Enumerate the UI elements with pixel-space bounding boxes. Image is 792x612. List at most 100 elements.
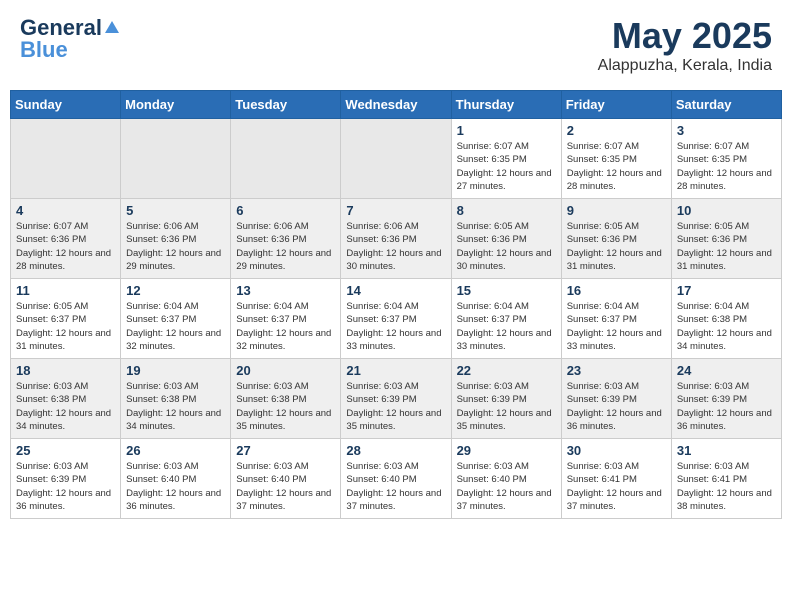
calendar-cell-24: 24Sunrise: 6:03 AMSunset: 6:39 PMDayligh… bbox=[671, 359, 781, 439]
calendar-cell-6: 6 Sunrise: 6:06 AMSunset: 6:36 PMDaylight… bbox=[231, 199, 341, 279]
day-number: 15 bbox=[457, 283, 556, 298]
day-number: 6 bbox=[236, 203, 335, 218]
day-number: 4 bbox=[16, 203, 115, 218]
day-info: Sunrise: 6:03 AMSunset: 6:41 PMDaylight:… bbox=[567, 460, 666, 513]
calendar-cell-21: 21 Sunrise: 6:03 AMSunset: 6:39 PMDayligh… bbox=[341, 359, 451, 439]
calendar-cell-22: 22Sunrise: 6:03 AMSunset: 6:39 PMDayligh… bbox=[451, 359, 561, 439]
calendar-header-row: SundayMondayTuesdayWednesdayThursdayFrid… bbox=[11, 91, 782, 119]
column-header-thursday: Thursday bbox=[451, 91, 561, 119]
calendar-cell-3: 3 Sunrise: 6:07 AMSunset: 6:35 PMDaylight… bbox=[671, 119, 781, 199]
day-number: 3 bbox=[677, 123, 776, 138]
calendar-cell-empty bbox=[231, 119, 341, 199]
day-info: Sunrise: 6:07 AMSunset: 6:36 PMDaylight:… bbox=[16, 220, 115, 273]
day-info: Sunrise: 6:04 AMSunset: 6:37 PMDaylight:… bbox=[346, 300, 445, 353]
day-info: Sunrise: 6:03 AMSunset: 6:38 PMDaylight:… bbox=[236, 380, 335, 433]
calendar-cell-14: 14Sunrise: 6:04 AMSunset: 6:37 PMDayligh… bbox=[341, 279, 451, 359]
calendar-cell-7: 7 Sunrise: 6:06 AMSunset: 6:36 PMDaylight… bbox=[341, 199, 451, 279]
day-info: Sunrise: 6:04 AMSunset: 6:37 PMDaylight:… bbox=[567, 300, 666, 353]
calendar-cell-25: 25 Sunrise: 6:03 AMSunset: 6:39 PMDayligh… bbox=[11, 439, 121, 519]
day-info: Sunrise: 6:05 AMSunset: 6:36 PMDaylight:… bbox=[677, 220, 776, 273]
day-number: 20 bbox=[236, 363, 335, 378]
calendar-cell-11: 11 Sunrise: 6:05 AMSunset: 6:37 PMDayligh… bbox=[11, 279, 121, 359]
calendar-cell-empty bbox=[121, 119, 231, 199]
day-info: Sunrise: 6:06 AMSunset: 6:36 PMDaylight:… bbox=[126, 220, 225, 273]
column-header-friday: Friday bbox=[561, 91, 671, 119]
day-number: 10 bbox=[677, 203, 776, 218]
day-info: Sunrise: 6:04 AMSunset: 6:37 PMDaylight:… bbox=[126, 300, 225, 353]
column-header-monday: Monday bbox=[121, 91, 231, 119]
day-info: Sunrise: 6:06 AMSunset: 6:36 PMDaylight:… bbox=[236, 220, 335, 273]
day-info: Sunrise: 6:03 AMSunset: 6:39 PMDaylight:… bbox=[567, 380, 666, 433]
day-number: 25 bbox=[16, 443, 115, 458]
calendar-cell-5: 5 Sunrise: 6:06 AMSunset: 6:36 PMDaylight… bbox=[121, 199, 231, 279]
day-info: Sunrise: 6:03 AMSunset: 6:38 PMDaylight:… bbox=[16, 380, 115, 433]
day-info: Sunrise: 6:04 AMSunset: 6:38 PMDaylight:… bbox=[677, 300, 776, 353]
day-info: Sunrise: 6:03 AMSunset: 6:38 PMDaylight:… bbox=[126, 380, 225, 433]
day-number: 1 bbox=[457, 123, 556, 138]
calendar-week-2: 4 Sunrise: 6:07 AMSunset: 6:36 PMDaylight… bbox=[11, 199, 782, 279]
day-info: Sunrise: 6:05 AMSunset: 6:37 PMDaylight:… bbox=[16, 300, 115, 353]
day-number: 8 bbox=[457, 203, 556, 218]
day-number: 29 bbox=[457, 443, 556, 458]
logo-blue: Blue bbox=[20, 37, 68, 63]
calendar-cell-9: 9Sunrise: 6:05 AMSunset: 6:36 PMDaylight… bbox=[561, 199, 671, 279]
day-info: Sunrise: 6:03 AMSunset: 6:39 PMDaylight:… bbox=[346, 380, 445, 433]
calendar-cell-empty bbox=[341, 119, 451, 199]
calendar-week-3: 11 Sunrise: 6:05 AMSunset: 6:37 PMDayligh… bbox=[11, 279, 782, 359]
day-info: Sunrise: 6:07 AMSunset: 6:35 PMDaylight:… bbox=[567, 140, 666, 193]
page-header: General Blue May 2025 Alappuzha, Kerala,… bbox=[10, 10, 782, 80]
calendar-cell-15: 15Sunrise: 6:04 AMSunset: 6:37 PMDayligh… bbox=[451, 279, 561, 359]
calendar-cell-28: 28 Sunrise: 6:03 AMSunset: 6:40 PMDayligh… bbox=[341, 439, 451, 519]
calendar-cell-1: 1Sunrise: 6:07 AMSunset: 6:35 PMDaylight… bbox=[451, 119, 561, 199]
calendar-cell-12: 12 Sunrise: 6:04 AMSunset: 6:37 PMDayligh… bbox=[121, 279, 231, 359]
day-info: Sunrise: 6:03 AMSunset: 6:40 PMDaylight:… bbox=[126, 460, 225, 513]
day-info: Sunrise: 6:03 AMSunset: 6:40 PMDaylight:… bbox=[346, 460, 445, 513]
calendar-week-5: 25 Sunrise: 6:03 AMSunset: 6:39 PMDayligh… bbox=[11, 439, 782, 519]
calendar-cell-16: 16 Sunrise: 6:04 AMSunset: 6:37 PMDayligh… bbox=[561, 279, 671, 359]
day-number: 18 bbox=[16, 363, 115, 378]
calendar-cell-20: 20 Sunrise: 6:03 AMSunset: 6:38 PMDayligh… bbox=[231, 359, 341, 439]
day-info: Sunrise: 6:07 AMSunset: 6:35 PMDaylight:… bbox=[677, 140, 776, 193]
month-year: May 2025 bbox=[598, 15, 772, 57]
calendar-cell-18: 18 Sunrise: 6:03 AMSunset: 6:38 PMDayligh… bbox=[11, 359, 121, 439]
day-info: Sunrise: 6:03 AMSunset: 6:39 PMDaylight:… bbox=[16, 460, 115, 513]
calendar-week-1: 1 Sunrise: 6:07 AMSunset: 6:35 PMDaylight… bbox=[11, 119, 782, 199]
calendar-cell-23: 23 Sunrise: 6:03 AMSunset: 6:39 PMDayligh… bbox=[561, 359, 671, 439]
day-info: Sunrise: 6:03 AMSunset: 6:39 PMDaylight:… bbox=[457, 380, 556, 433]
day-number: 31 bbox=[677, 443, 776, 458]
day-number: 27 bbox=[236, 443, 335, 458]
day-number: 7 bbox=[346, 203, 445, 218]
day-number: 11 bbox=[16, 283, 115, 298]
logo: General Blue bbox=[20, 15, 122, 63]
day-number: 21 bbox=[346, 363, 445, 378]
day-number: 16 bbox=[567, 283, 666, 298]
day-number: 9 bbox=[567, 203, 666, 218]
column-header-tuesday: Tuesday bbox=[231, 91, 341, 119]
day-number: 30 bbox=[567, 443, 666, 458]
day-number: 28 bbox=[346, 443, 445, 458]
calendar-cell-31: 31 Sunrise: 6:03 AMSunset: 6:41 PMDayligh… bbox=[671, 439, 781, 519]
location: Alappuzha, Kerala, India bbox=[598, 57, 772, 75]
title-section: May 2025 Alappuzha, Kerala, India bbox=[598, 15, 772, 75]
calendar-cell-17: 17 Sunrise: 6:04 AMSunset: 6:38 PMDayligh… bbox=[671, 279, 781, 359]
day-info: Sunrise: 6:05 AMSunset: 6:36 PMDaylight:… bbox=[457, 220, 556, 273]
calendar-cell-29: 29 Sunrise: 6:03 AMSunset: 6:40 PMDayligh… bbox=[451, 439, 561, 519]
calendar-cell-13: 13Sunrise: 6:04 AMSunset: 6:37 PMDayligh… bbox=[231, 279, 341, 359]
day-number: 24 bbox=[677, 363, 776, 378]
day-number: 5 bbox=[126, 203, 225, 218]
logo-icon bbox=[103, 19, 121, 37]
day-info: Sunrise: 6:03 AMSunset: 6:40 PMDaylight:… bbox=[457, 460, 556, 513]
calendar-cell-30: 30 Sunrise: 6:03 AMSunset: 6:41 PMDayligh… bbox=[561, 439, 671, 519]
day-number: 12 bbox=[126, 283, 225, 298]
calendar-cell-27: 27 Sunrise: 6:03 AMSunset: 6:40 PMDayligh… bbox=[231, 439, 341, 519]
day-info: Sunrise: 6:03 AMSunset: 6:41 PMDaylight:… bbox=[677, 460, 776, 513]
day-number: 26 bbox=[126, 443, 225, 458]
calendar-week-4: 18 Sunrise: 6:03 AMSunset: 6:38 PMDayligh… bbox=[11, 359, 782, 439]
day-number: 17 bbox=[677, 283, 776, 298]
column-header-sunday: Sunday bbox=[11, 91, 121, 119]
day-number: 13 bbox=[236, 283, 335, 298]
day-number: 23 bbox=[567, 363, 666, 378]
calendar-cell-4: 4 Sunrise: 6:07 AMSunset: 6:36 PMDaylight… bbox=[11, 199, 121, 279]
day-info: Sunrise: 6:06 AMSunset: 6:36 PMDaylight:… bbox=[346, 220, 445, 273]
day-info: Sunrise: 6:03 AMSunset: 6:40 PMDaylight:… bbox=[236, 460, 335, 513]
